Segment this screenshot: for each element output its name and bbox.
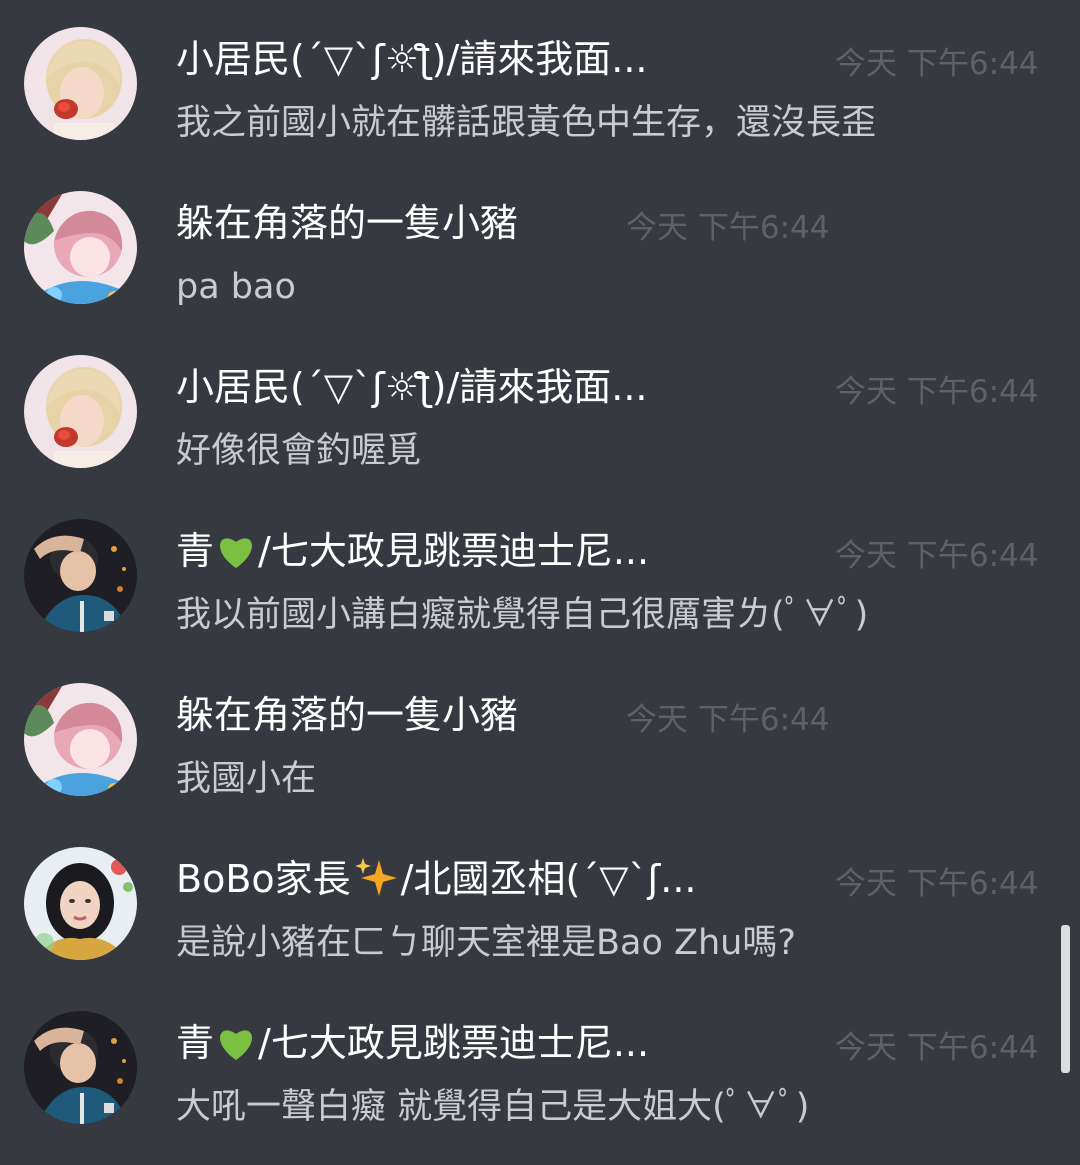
user-avatar[interactable]	[24, 847, 137, 960]
green-heart-icon	[220, 1030, 252, 1060]
user-avatar[interactable]	[24, 191, 137, 304]
username[interactable]: 小居民(´▽`ʃ☼ƪ)/請來我面...	[176, 34, 788, 84]
user-avatar[interactable]	[24, 683, 137, 796]
user-avatar[interactable]	[24, 519, 137, 632]
anime-girl-avatar	[24, 683, 137, 796]
blonde-woman-avatar	[24, 355, 137, 468]
chat-message[interactable]: 小居民(´▽`ʃ☼ƪ)/請來我面... 今天 下午6:44 好像很會釣喔覓	[0, 328, 1080, 492]
dark-hair-woman-avatar	[24, 847, 137, 960]
chat-message[interactable]: 躲在角落的一隻小豬 今天 下午6:44 pa bao	[0, 164, 1080, 328]
message-text: 我之前國小就在髒話跟黃色中生存，還沒長歪	[176, 103, 877, 143]
message-text: 是說小豬在ㄈㄅ聊天室裡是Bao Zhu嗎?	[176, 923, 796, 963]
username-suffix: /七大政見跳票迪士尼...	[258, 1021, 650, 1065]
green-heart-icon	[220, 538, 252, 568]
chat-message-list[interactable]: 小居民(´▽`ʃ☼ƪ)/請來我面... 今天 下午6:44 我之前國小就在髒話跟…	[0, 0, 1080, 1165]
username[interactable]: 青/七大政見跳票迪士尼...	[176, 1018, 796, 1068]
boy-photo-avatar	[24, 1011, 137, 1124]
username[interactable]: 躲在角落的一隻小豬	[176, 690, 616, 740]
message-text: 我國小在	[176, 759, 317, 799]
scrollbar-thumb[interactable]	[1061, 925, 1070, 1073]
chat-message[interactable]: BoBo家長/北國丞相(´▽`ʃ... 今天 下午6:44 是說小豬在ㄈㄅ聊天室…	[0, 820, 1080, 984]
username[interactable]: 躲在角落的一隻小豬	[176, 198, 616, 248]
anime-girl-avatar	[24, 191, 137, 304]
blonde-woman-avatar	[24, 27, 137, 140]
message-text: 好像很會釣喔覓	[176, 431, 422, 471]
sparkles-icon	[354, 858, 397, 896]
message-text: 我以前國小講白癡就覺得自己很厲害ㄌ(ﾟ∀ﾟ)	[176, 595, 869, 635]
user-avatar[interactable]	[24, 27, 137, 140]
timestamp: 今天 下午6:44	[835, 46, 1039, 82]
timestamp: 今天 下午6:44	[626, 702, 830, 738]
timestamp: 今天 下午6:44	[835, 374, 1039, 410]
chat-message[interactable]: 青/七大政見跳票迪士尼... 今天 下午6:44 我以前國小講白癡就覺得自己很厲…	[0, 492, 1080, 656]
boy-photo-avatar	[24, 519, 137, 632]
chat-message[interactable]: 青/七大政見跳票迪士尼... 今天 下午6:44 大吼一聲白癡 就覺得自己是大姐…	[0, 984, 1080, 1148]
chat-message[interactable]: 躲在角落的一隻小豬 今天 下午6:44 我國小在	[0, 656, 1080, 820]
timestamp: 今天 下午6:44	[835, 538, 1039, 574]
message-text: 大吼一聲白癡 就覺得自己是大姐大(ﾟ∀ﾟ)	[176, 1087, 810, 1127]
username-prefix: 青	[176, 1021, 215, 1065]
message-text: pa bao	[176, 267, 296, 307]
username[interactable]: 青/七大政見跳票迪士尼...	[176, 526, 796, 576]
username[interactable]: BoBo家長/北國丞相(´▽`ʃ...	[176, 854, 826, 904]
username-suffix: /北國丞相(´▽`ʃ...	[400, 857, 697, 901]
user-avatar[interactable]	[24, 355, 137, 468]
chat-message[interactable]: 小居民(´▽`ʃ☼ƪ)/請來我面... 今天 下午6:44 我之前國小就在髒話跟…	[0, 0, 1080, 164]
username[interactable]: 小居民(´▽`ʃ☼ƪ)/請來我面...	[176, 362, 788, 412]
username-suffix: /七大政見跳票迪士尼...	[258, 529, 650, 573]
username-prefix: 青	[176, 529, 215, 573]
timestamp: 今天 下午6:44	[835, 866, 1039, 902]
timestamp: 今天 下午6:44	[835, 1030, 1039, 1066]
user-avatar[interactable]	[24, 1011, 137, 1124]
username-prefix: BoBo家長	[176, 857, 351, 901]
timestamp: 今天 下午6:44	[626, 210, 830, 246]
